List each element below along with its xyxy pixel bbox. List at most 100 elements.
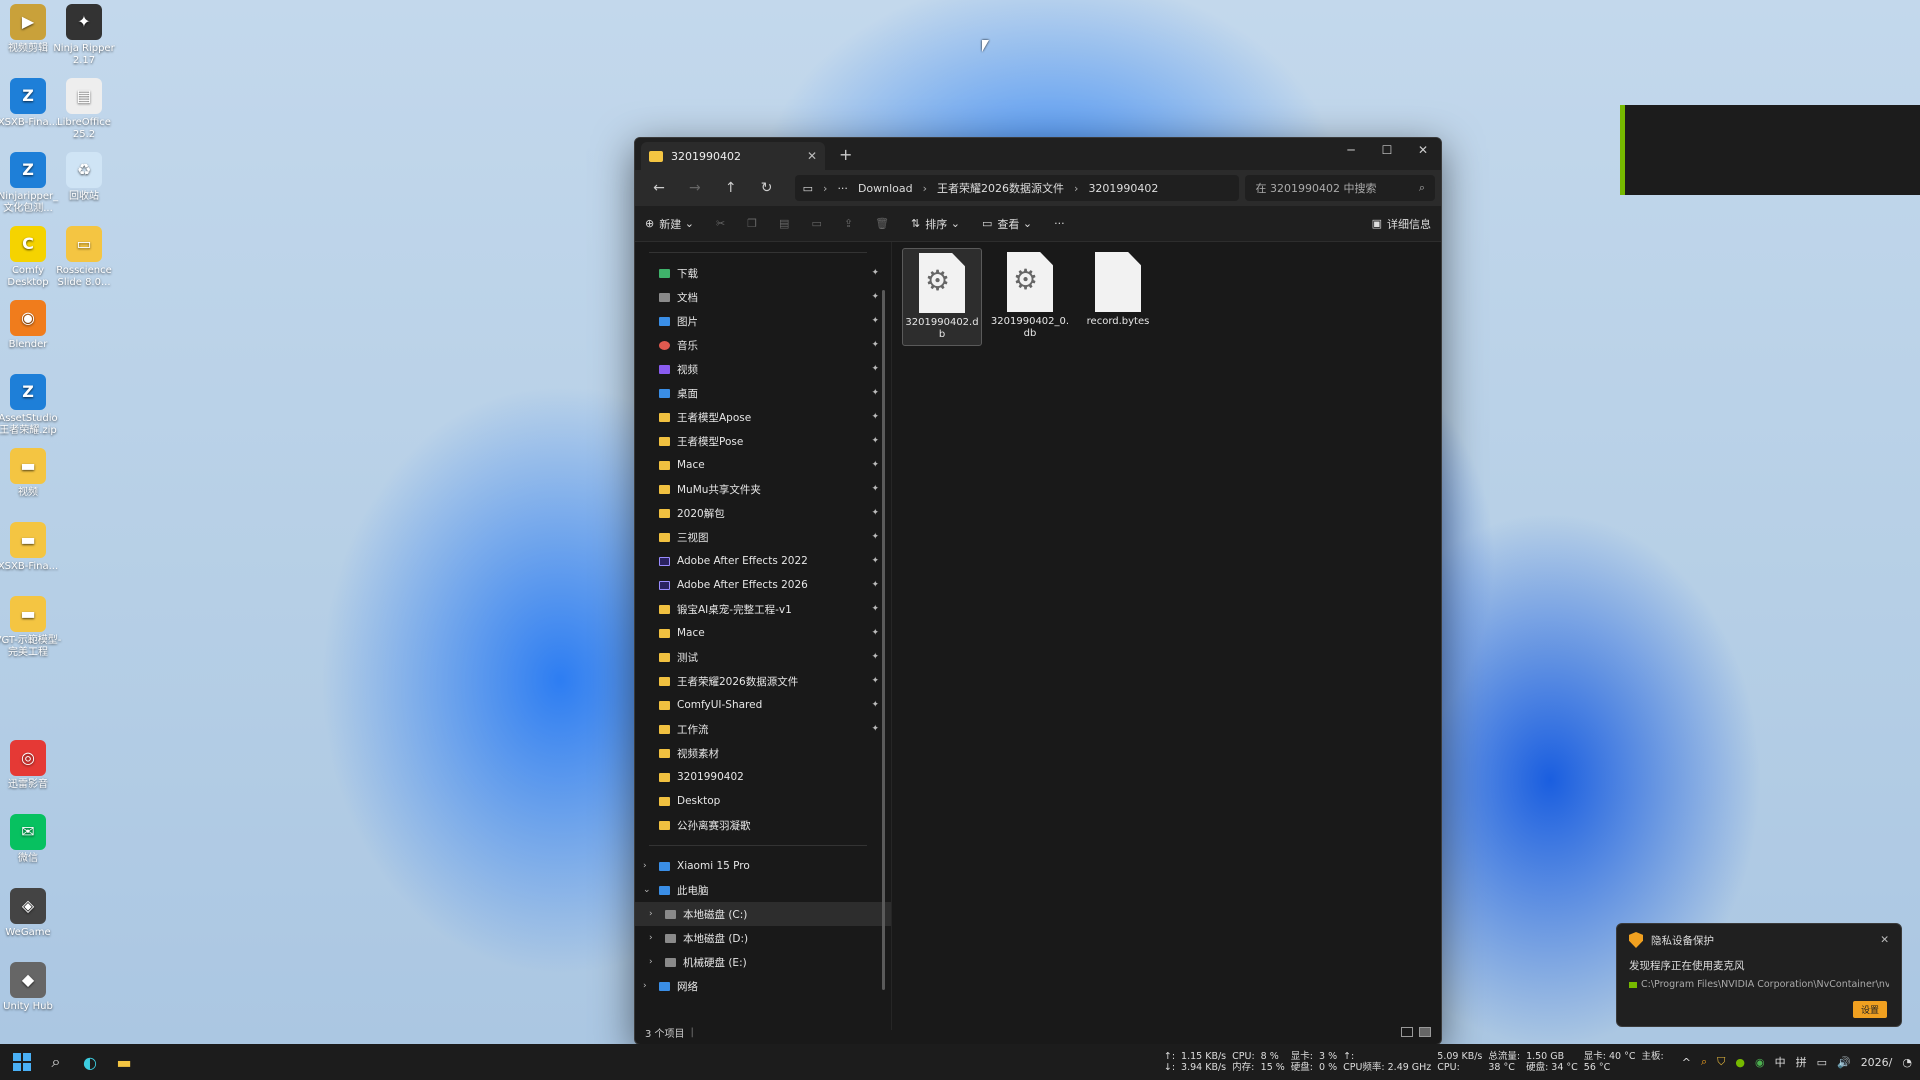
sidebar-item[interactable]: 图片 ✦ [635,309,891,333]
network-icon[interactable]: ▭ [1817,1056,1827,1069]
expand-chevron-icon[interactable]: › [643,861,647,871]
sidebar-item[interactable]: 锻宝AI桌宠-完整工程-v1 ✦ [635,597,891,621]
share-icon[interactable]: ⇪ [844,217,853,230]
sidebar-item[interactable]: › 本地磁盘 (C:) [635,902,891,926]
settings-button[interactable]: 设置 [1852,1001,1887,1018]
sidebar-item[interactable]: Desktop [635,789,891,813]
sidebar-item[interactable]: ⌄ 此电脑 [635,878,891,902]
desktop-shortcut[interactable]: ▬ XSXB-Fina... [0,522,62,573]
cut-icon[interactable]: ✂ [716,217,725,230]
up-button[interactable]: ↑ [713,180,749,196]
details-view-icon[interactable] [1401,1027,1413,1037]
sidebar-item[interactable]: 工作流 ✦ [635,717,891,741]
sidebar-item[interactable]: 2020解包 ✦ [635,501,891,525]
delete-icon[interactable]: 🗑 [875,217,889,230]
sidebar-item[interactable]: 文档 ✦ [635,285,891,309]
sidebar-item[interactable]: 王者模型Pose ✦ [635,429,891,453]
maximize-button[interactable]: ☐ [1369,138,1405,162]
sidebar-item[interactable]: ComfyUI-Shared ✦ [635,693,891,717]
sidebar-item[interactable]: 音乐 ✦ [635,333,891,357]
nvidia-tray-icon[interactable]: ● [1735,1056,1745,1069]
more-options-button[interactable]: ··· [1054,217,1065,230]
view-button[interactable]: ▭ 查看 ⌄ [982,216,1032,232]
file-item[interactable]: ⚙ 3201990402.db [902,248,982,346]
address-bar[interactable]: ▭ › ··· Download › 王者荣耀2026数据源文件 › 32019… [794,175,1240,201]
sidebar-item[interactable]: › 网络 [635,974,891,998]
desktop-shortcut[interactable]: ▬ VGT-示範模型-完美工程 [0,596,62,659]
desktop-shortcut[interactable]: ▬ 视频 [0,448,62,499]
tiles-view-icon[interactable] [1419,1027,1431,1037]
new-button[interactable]: ⊕ 新建 ⌄ [645,216,694,232]
breadcrumb-item[interactable]: Download [858,182,913,195]
sidebar-item[interactable]: 视频素材 [635,741,891,765]
sidebar-item[interactable]: Adobe After Effects 2022 ✦ [635,549,891,573]
breadcrumb-item[interactable]: 王者荣耀2026数据源文件 [937,180,1064,196]
search-tray-icon[interactable]: ⌕ [1701,1055,1707,1069]
ime-language-button[interactable]: 中 [1775,1054,1786,1070]
desktop-shortcut[interactable]: ▤ LibreOffice 25.2 [50,78,118,141]
desktop-shortcut[interactable]: ◈ WeGame [0,888,62,939]
desktop-shortcut[interactable]: Z AssetStudio 王者荣耀.zip [0,374,62,437]
sidebar-item[interactable]: Adobe After Effects 2026 ✦ [635,573,891,597]
sidebar-item[interactable]: MuMu共享文件夹 ✦ [635,477,891,501]
breadcrumb-overflow[interactable]: ··· [837,182,848,195]
close-button[interactable]: ✕ [1405,138,1441,162]
ime-mode-button[interactable]: 拼 [1796,1054,1807,1070]
expand-chevron-icon[interactable]: › [643,981,647,991]
sidebar-item[interactable]: › 本地磁盘 (D:) [635,926,891,950]
edge-icon[interactable]: ◐ [80,1052,100,1072]
sidebar-item[interactable]: 下载 ✦ [635,261,891,285]
paste-icon[interactable]: ▤ [779,217,789,230]
close-icon[interactable]: ✕ [1880,934,1889,946]
copy-icon[interactable]: ❐ [747,217,757,230]
desktop-shortcut[interactable]: ♻ 回收站 [50,152,118,203]
expand-chevron-icon[interactable]: ⌄ [643,885,651,895]
new-tab-button[interactable]: + [839,145,852,164]
back-button[interactable]: ← [641,180,677,196]
desktop-shortcut[interactable]: ✉ 微信 [0,814,62,865]
sidebar-item[interactable]: 3201990402 [635,765,891,789]
tab-close-icon[interactable]: ✕ [807,149,817,163]
show-hidden-icons-button[interactable]: ^ [1682,1056,1691,1069]
sidebar-item[interactable]: 王者荣耀2026数据源文件 ✦ [635,669,891,693]
desktop-shortcut[interactable]: ▭ Rosscience Slide 8.0... [50,226,118,289]
sidebar-item[interactable]: Mace ✦ [635,453,891,477]
file-item[interactable]: record.bytes [1078,248,1158,332]
desktop-shortcut[interactable]: ◉ Blender [0,300,62,351]
forward-button[interactable]: → [677,180,713,196]
app-tray-icon[interactable]: ◉ [1755,1056,1765,1069]
search-icon[interactable]: ⌕ [46,1052,66,1072]
sidebar-item[interactable]: 公孙离赛羽凝歌 [635,813,891,837]
sidebar-item[interactable]: › Xiaomi 15 Pro [635,854,891,878]
details-pane-button[interactable]: ▣ 详细信息 [1372,216,1431,232]
rename-icon[interactable]: ▭ [811,217,821,230]
sidebar-item[interactable]: 王者模型Apose ✦ [635,405,891,429]
sidebar-item[interactable]: › 机械硬盘 (E:) [635,950,891,974]
expand-chevron-icon[interactable]: › [649,933,653,943]
tab-current-folder[interactable]: 3201990402 ✕ [641,142,825,170]
refresh-button[interactable]: ↻ [749,180,785,196]
sidebar-item[interactable]: 三视图 ✦ [635,525,891,549]
expand-chevron-icon[interactable]: › [649,909,653,919]
minimize-button[interactable]: ─ [1333,138,1369,162]
search-input[interactable]: 在 3201990402 中搜索 ⌕ [1245,175,1436,201]
start-button[interactable] [12,1052,32,1072]
breadcrumb-item[interactable]: 3201990402 [1088,182,1158,195]
sort-button[interactable]: ⇅ 排序 ⌄ [911,216,960,232]
volume-icon[interactable]: 🔊 [1837,1056,1851,1069]
desktop-shortcut[interactable]: ✦ Ninja Ripper 2.17 [50,4,118,67]
file-explorer-icon[interactable]: ▬ [114,1052,134,1072]
scrollbar[interactable] [882,290,885,990]
desktop-shortcut[interactable]: ◎ 迅雷影音 [0,740,62,791]
expand-chevron-icon[interactable]: › [649,957,653,967]
security-icon[interactable]: ⛉ [1717,1055,1725,1069]
sidebar-item[interactable]: Mace ✦ [635,621,891,645]
notification-center-icon[interactable]: ◔ [1902,1056,1912,1069]
sidebar-item[interactable]: 视频 ✦ [635,357,891,381]
file-item[interactable]: ⚙ 3201990402_0.db [990,248,1070,344]
app-icon: ▶ [10,4,46,40]
desktop-shortcut[interactable]: ◆ Unity Hub [0,962,62,1013]
sidebar-item[interactable]: 桌面 ✦ [635,381,891,405]
clock-date[interactable]: 2026/ [1861,1056,1893,1069]
sidebar-item[interactable]: 测试 ✦ [635,645,891,669]
